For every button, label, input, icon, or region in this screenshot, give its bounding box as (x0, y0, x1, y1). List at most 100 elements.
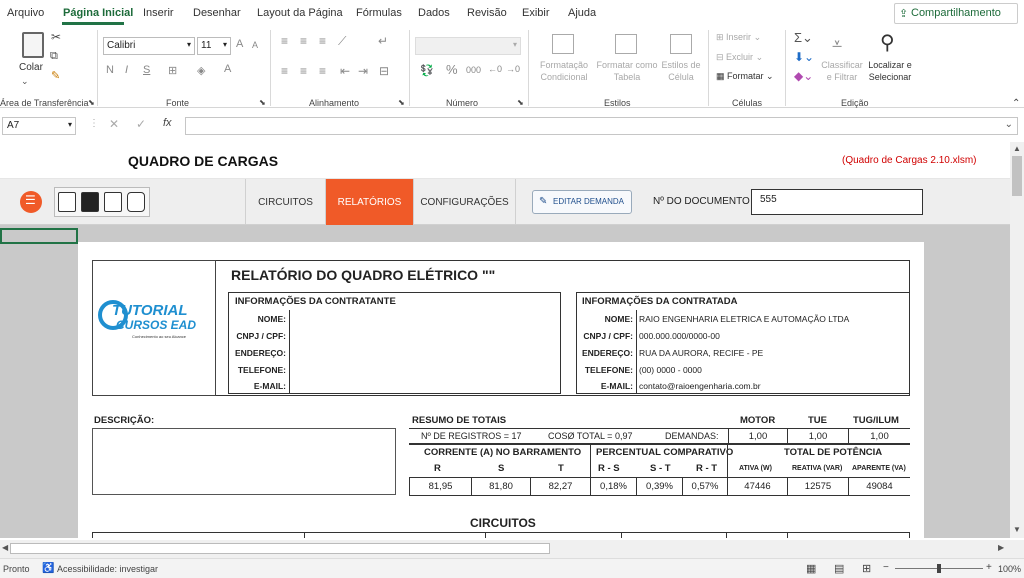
conditional-formatting-icon[interactable] (552, 34, 574, 54)
format-as-table-button[interactable]: Formatar como Tabela (594, 59, 660, 83)
borders-icon[interactable]: ⊞ (168, 64, 177, 77)
number-launcher-icon[interactable]: ⬊ (517, 98, 524, 107)
insert-function-button[interactable]: fx (163, 117, 172, 129)
cell-styles-button[interactable]: Estilos de Célula (658, 59, 704, 83)
selected-cell-a7[interactable] (0, 228, 78, 244)
decrease-decimal-icon[interactable]: →0 (506, 64, 520, 74)
fill-icon[interactable]: ⬇⌄ (794, 50, 814, 64)
align-left-icon[interactable]: ≡ (281, 64, 288, 78)
bold-button[interactable]: N (106, 64, 114, 76)
page-break-icon[interactable]: ⊞ (862, 562, 871, 575)
delete-cells-button[interactable]: ⊟ Excluir ⌄ (716, 52, 763, 63)
menu-dados[interactable]: Dados (418, 7, 450, 19)
pdf-icon[interactable] (104, 192, 122, 212)
insert-cells-button[interactable]: ⊞ Inserir ⌄ (716, 32, 761, 43)
zoom-out-icon[interactable]: − (883, 562, 889, 573)
clipboard-launcher-icon[interactable]: ⬊ (88, 98, 95, 107)
save-icon[interactable] (58, 192, 76, 212)
zoom-in-icon[interactable]: + (986, 562, 992, 573)
share-button[interactable]: ⇪ Compartilhamento (894, 3, 1018, 24)
expand-formula-icon[interactable]: ⌄ (1005, 119, 1013, 130)
alignment-launcher-icon[interactable]: ⬊ (398, 98, 405, 107)
merge-center-icon[interactable]: ⊟ (379, 64, 389, 78)
paste-icon[interactable] (22, 32, 44, 58)
zoom-level[interactable]: 100% (998, 564, 1021, 574)
menu-revisao[interactable]: Revisão (467, 7, 507, 19)
font-size-select[interactable]: 11 ▾ (197, 37, 231, 55)
menu-exibir[interactable]: Exibir (522, 7, 550, 19)
horizontal-scroll-thumb[interactable] (10, 543, 550, 554)
tab-configuracoes[interactable]: CONFIGURAÇÕES (413, 179, 516, 225)
name-box[interactable]: A7 ▾ (2, 117, 76, 135)
edit-demand-button[interactable]: ✎ EDITAR DEMANDA (532, 190, 632, 214)
scroll-left-icon[interactable]: ◀ (2, 543, 8, 552)
increase-indent-icon[interactable]: ⇥ (358, 64, 368, 78)
sort-filter-button[interactable]: Classificar e Filtrar (818, 59, 866, 83)
cell-styles-icon[interactable] (670, 34, 692, 54)
scroll-up-icon[interactable]: ▲ (1013, 144, 1021, 153)
paste-dropdown-icon[interactable]: ⌄ (21, 76, 29, 87)
vertical-scrollbar[interactable]: ▲ ▼ (1010, 142, 1024, 538)
font-name-value: Calibri (107, 40, 136, 51)
currency-icon[interactable]: 💱 (420, 64, 434, 77)
autosum-icon[interactable]: Σ⌄ (794, 30, 813, 46)
orientation-icon[interactable]: ⟋ (338, 34, 346, 49)
vertical-scroll-thumb[interactable] (1012, 156, 1022, 196)
horizontal-scrollbar[interactable]: ◀ ▶ (0, 540, 1024, 558)
menu-pagina-inicial[interactable]: Página Inicial (63, 7, 133, 19)
enter-icon[interactable]: ✓ (136, 117, 146, 131)
menu-layout-da-pagina[interactable]: Layout da Página (257, 7, 343, 19)
font-color-icon[interactable]: A (224, 63, 231, 75)
italic-button[interactable]: I (125, 64, 128, 76)
page-layout-icon[interactable]: ▤ (834, 562, 844, 575)
thousands-button[interactable]: 000 (466, 65, 481, 75)
format-cells-button[interactable]: ▦ Formatar ⌄ (716, 71, 774, 82)
font-name-select[interactable]: Calibri ▾ (103, 37, 195, 55)
decrease-font-icon[interactable]: A (252, 40, 258, 50)
formula-input[interactable]: ⌄ (185, 117, 1018, 135)
align-top-icon[interactable]: ≡ (281, 34, 288, 48)
cancel-icon[interactable]: ✕ (109, 117, 119, 131)
cut-icon[interactable]: ✂ (51, 30, 61, 44)
zoom-slider-thumb[interactable] (937, 564, 941, 573)
format-as-table-icon[interactable] (615, 34, 637, 54)
find-select-icon[interactable]: ⚲ (880, 30, 895, 55)
conditional-formatting-button[interactable]: Formatação Condicional (535, 59, 593, 83)
paste-label[interactable]: Colar (19, 62, 43, 73)
tab-circuitos[interactable]: CIRCUITOS (245, 179, 325, 225)
sort-filter-icon[interactable]: ⩡ (832, 34, 842, 55)
percent-button[interactable]: % (446, 62, 458, 77)
number-format-select[interactable]: ▾ (415, 37, 521, 55)
menu-formulas[interactable]: Fórmulas (356, 7, 402, 19)
menu-arquivo[interactable]: Arquivo (7, 7, 44, 19)
align-center-icon[interactable]: ≡ (300, 64, 307, 78)
tab-relatorios[interactable]: RELATÓRIOS (325, 179, 413, 225)
increase-decimal-icon[interactable]: ←0 (488, 64, 502, 74)
clear-icon[interactable]: ◆⌄ (794, 69, 813, 83)
doc-number-input[interactable]: 555 (751, 189, 923, 215)
menu-inserir[interactable]: Inserir (143, 7, 174, 19)
scroll-right-icon[interactable]: ▶ (998, 543, 1004, 552)
scroll-down-icon[interactable]: ▼ (1013, 525, 1021, 534)
font-launcher-icon[interactable]: ⬊ (259, 98, 266, 107)
decrease-indent-icon[interactable]: ⇤ (340, 64, 350, 78)
menu-hamburger-button[interactable]: ☰ (20, 191, 42, 213)
align-middle-icon[interactable]: ≡ (300, 34, 307, 48)
increase-font-icon[interactable]: A (236, 38, 243, 50)
align-right-icon[interactable]: ≡ (319, 64, 326, 78)
format-painter-icon[interactable]: ✎ (51, 69, 60, 82)
fill-color-icon[interactable]: ◈ (197, 64, 205, 77)
menu-ajuda[interactable]: Ajuda (568, 7, 596, 19)
underline-button[interactable]: S (143, 64, 150, 76)
print-icon[interactable] (127, 192, 145, 212)
find-select-button[interactable]: Localizar e Selecionar (862, 59, 918, 83)
wrap-text-icon[interactable]: ↵ (378, 34, 388, 48)
collapse-ribbon-icon[interactable]: ⌃ (1012, 98, 1020, 109)
accessibility-status[interactable]: Acessibilidade: investigar (57, 564, 158, 574)
save-as-icon[interactable] (81, 192, 99, 212)
align-bottom-icon[interactable]: ≡ (319, 34, 326, 48)
menu-desenhar[interactable]: Desenhar (193, 7, 241, 19)
copy-icon[interactable]: ⧉ (50, 50, 58, 63)
report-title: RELATÓRIO DO QUADRO ELÉTRICO "" (231, 267, 496, 283)
normal-view-icon[interactable]: ▦ (806, 562, 816, 575)
